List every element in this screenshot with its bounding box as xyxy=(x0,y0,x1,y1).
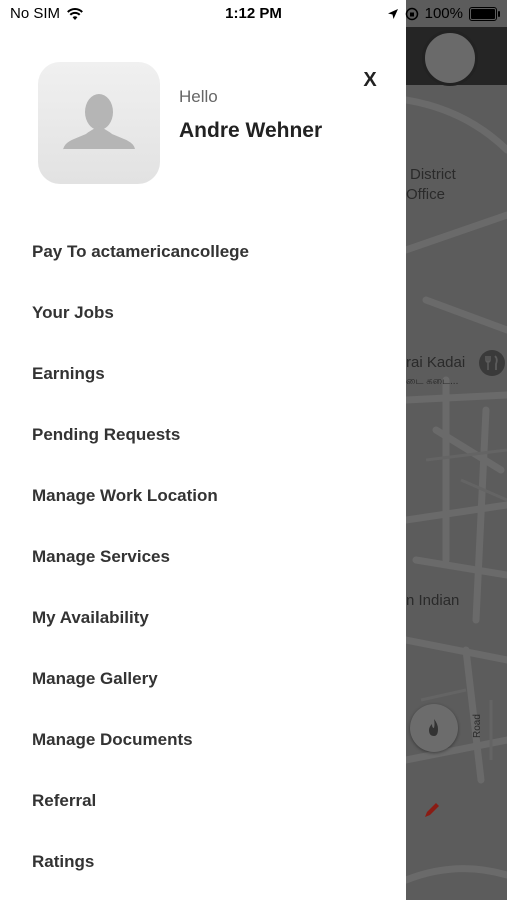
fire-button[interactable] xyxy=(410,704,458,752)
menu-item-your-jobs[interactable]: Your Jobs xyxy=(0,282,406,343)
drawer-menu: Pay To actamericancollege Your Jobs Earn… xyxy=(0,221,406,892)
location-arrow-icon xyxy=(387,8,398,19)
user-name: Andre Wehner xyxy=(179,119,323,142)
menu-item-referral[interactable]: Referral xyxy=(0,770,406,831)
avatar-placeholder-icon xyxy=(63,94,135,150)
orientation-lock-icon xyxy=(405,7,418,20)
map-view[interactable]: District Office rai Kadai டை கடை... n In… xyxy=(406,0,507,900)
map-label-restaurant-sub: டை கடை... xyxy=(406,376,459,387)
map-label-district: District xyxy=(410,166,456,183)
battery-icon xyxy=(469,6,500,21)
battery-percent: 100% xyxy=(424,5,463,22)
battery-fill xyxy=(471,8,495,19)
menu-item-manage-gallery[interactable]: Manage Gallery xyxy=(0,648,406,709)
avatar[interactable] xyxy=(38,62,160,184)
online-toggle-knob[interactable] xyxy=(422,30,478,86)
greeting-text: Hello xyxy=(179,87,218,106)
side-drawer: Hello Andre Wehner X Pay To actamericanc… xyxy=(0,0,406,900)
status-right: 100% xyxy=(387,5,500,22)
menu-item-ratings[interactable]: Ratings xyxy=(0,831,406,892)
menu-item-earnings[interactable]: Earnings xyxy=(0,343,406,404)
fork-knife-pin-icon[interactable] xyxy=(479,350,505,376)
menu-item-manage-work-location[interactable]: Manage Work Location xyxy=(0,465,406,526)
menu-item-pending-requests[interactable]: Pending Requests xyxy=(0,404,406,465)
map-label-indian: n Indian xyxy=(406,592,460,609)
pencil-icon[interactable] xyxy=(422,800,442,820)
menu-item-manage-documents[interactable]: Manage Documents xyxy=(0,709,406,770)
status-bar: No SIM 1:12 PM 100% xyxy=(0,0,507,28)
fire-icon xyxy=(429,719,438,736)
map-label-restaurant: rai Kadai xyxy=(406,354,466,371)
menu-item-pay[interactable]: Pay To actamericancollege xyxy=(0,221,406,282)
menu-item-my-availability[interactable]: My Availability xyxy=(0,587,406,648)
map-label-road: Road xyxy=(472,714,483,738)
menu-item-manage-services[interactable]: Manage Services xyxy=(0,526,406,587)
map-label-office: Office xyxy=(406,186,445,203)
close-icon[interactable]: X xyxy=(356,66,384,94)
map-roads xyxy=(406,96,507,884)
